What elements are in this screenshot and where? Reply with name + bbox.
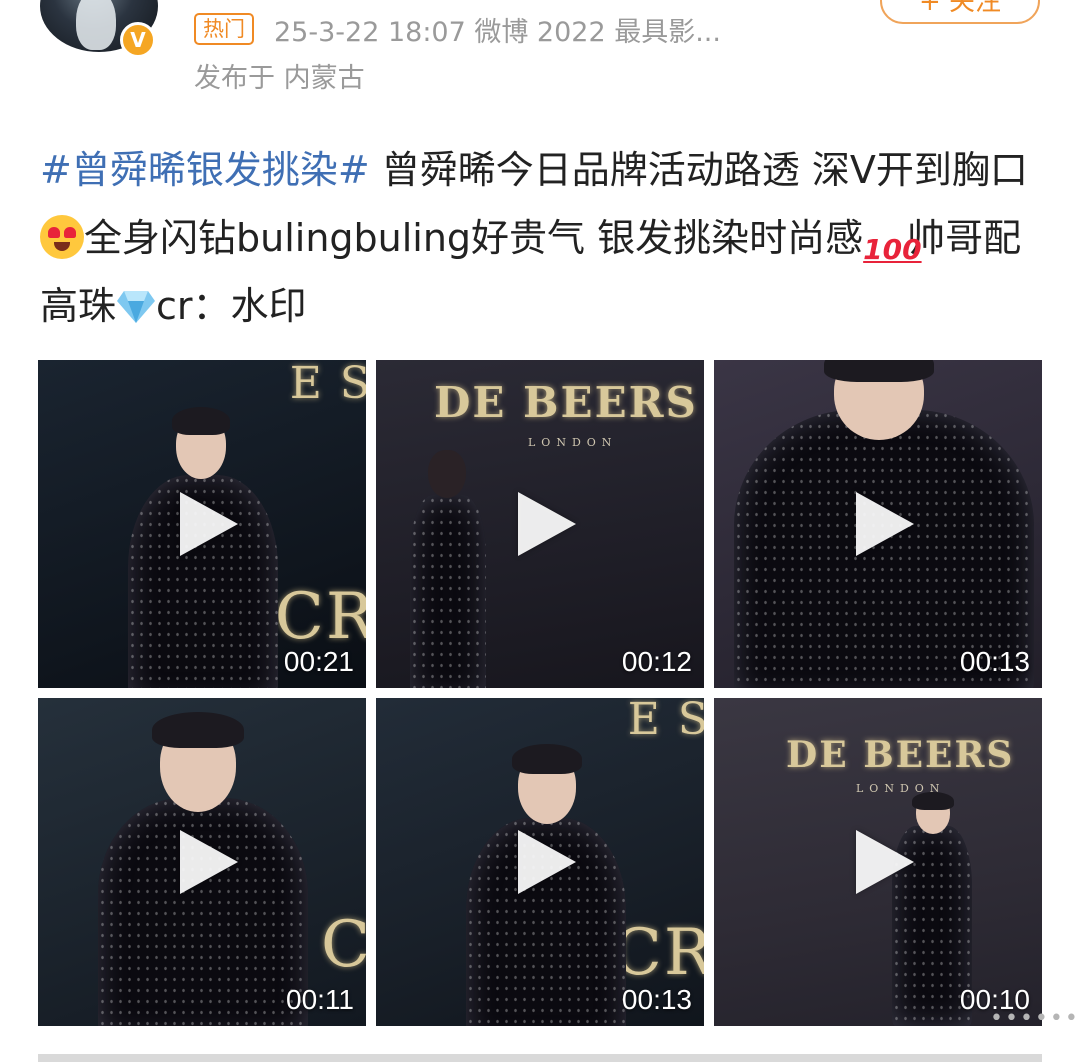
video-grid: E S CR 00:21 DE BEERS LONDON 00:12 00:13 — [38, 360, 1042, 1026]
play-icon[interactable] — [180, 830, 238, 894]
post-meta: 热门 25-3-22 18:07 微博 2022 最具影... — [194, 10, 721, 48]
play-icon[interactable] — [180, 492, 238, 556]
video-thumbnail[interactable]: DE BEERS LONDON 00:10 — [714, 698, 1042, 1026]
video-thumbnail[interactable]: E S CR 00:13 — [376, 698, 704, 1026]
post-text-1: 曾舜晞今日品牌活动路透 深V开到胸口 — [369, 148, 1028, 192]
video-duration: 00:12 — [621, 646, 692, 677]
backdrop-sign: CR — [612, 916, 704, 990]
backdrop-sign: C — [321, 908, 366, 982]
hot-badge: 热门 — [194, 13, 254, 45]
video-duration: 00:21 — [283, 646, 354, 677]
video-duration: 00:13 — [621, 984, 692, 1015]
watermark-dots: •••••••• — [990, 1006, 1080, 1031]
backdrop-sign: E S — [627, 698, 704, 745]
backdrop-sign: E S — [289, 360, 366, 409]
video-thumbnail[interactable]: E S CR 00:21 — [38, 360, 366, 688]
video-duration: 00:11 — [286, 984, 354, 1015]
video-thumbnail[interactable]: DE BEERS LONDON 00:12 — [376, 360, 704, 688]
topic-link[interactable]: #曾舜晞银发挑染# — [40, 148, 370, 192]
backdrop-sign: CR — [274, 580, 366, 654]
post-text-4: cr：水印 — [156, 284, 307, 328]
verified-badge-icon: V — [120, 22, 156, 58]
post-text-2: 全身闪钻bulingbuling好贵气 银发挑染时尚感 — [84, 216, 864, 260]
brand-sign: DE BEERS — [786, 734, 1015, 776]
post-content: #曾舜晞银发挑染# 曾舜晞今日品牌活动路透 深V开到胸口全身闪钻bulingbu… — [40, 136, 1040, 340]
brand-sign: DE BEERS — [434, 378, 698, 427]
post-time-source: 25-3-22 18:07 微博 2022 最具影... — [274, 16, 721, 48]
play-icon[interactable] — [518, 830, 576, 894]
play-icon[interactable] — [518, 492, 576, 556]
play-icon[interactable] — [856, 492, 914, 556]
video-duration: 00:13 — [959, 646, 1030, 677]
play-icon[interactable] — [856, 830, 914, 894]
video-thumbnail[interactable]: 00:13 — [714, 360, 1042, 688]
gem-emoji-icon — [117, 291, 156, 323]
heart-eyes-emoji-icon — [40, 215, 84, 259]
hundred-points-emoji-icon: 100 — [863, 233, 922, 266]
brand-sign-sub: LONDON — [528, 436, 618, 449]
video-thumbnail[interactable]: C 00:11 — [38, 698, 366, 1026]
post-location: 发布于 内蒙古 — [194, 63, 365, 94]
follow-button[interactable]: + 关注 — [880, 0, 1040, 24]
